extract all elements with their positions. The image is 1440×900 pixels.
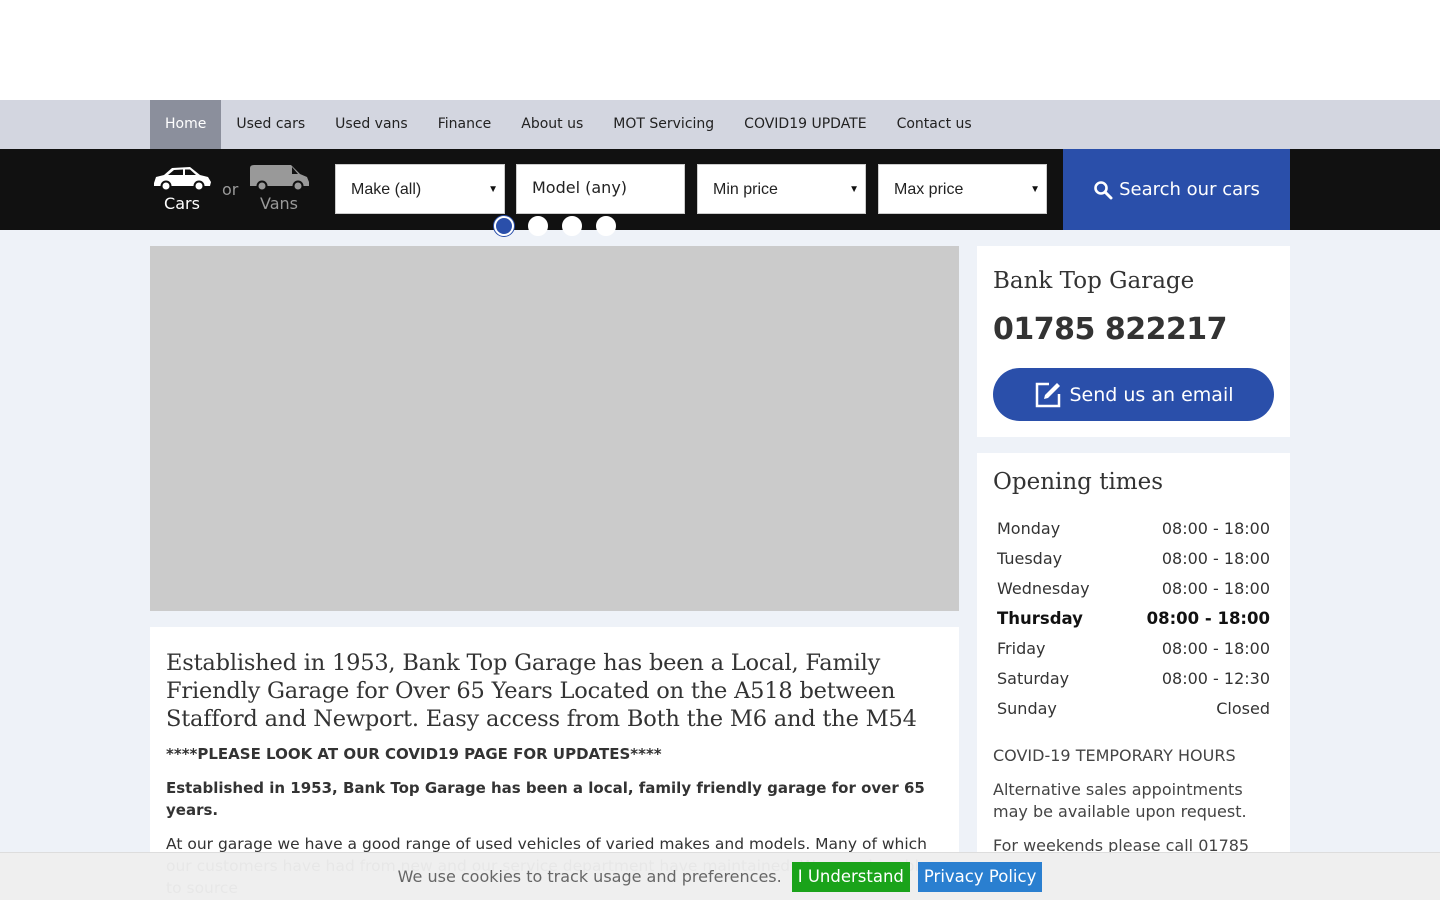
privacy-policy-button[interactable]: Privacy Policy: [917, 861, 1043, 892]
contact-card: Bank Top Garage 01785 822217 Send us an …: [977, 246, 1290, 437]
slider-dot-1[interactable]: [494, 216, 514, 236]
opening-times-title: Opening times: [993, 469, 1164, 495]
opening-times-table: Monday 08:00 - 18:00 Tuesday 08:00 - 18:…: [993, 513, 1274, 723]
nav-finance[interactable]: Finance: [423, 100, 507, 149]
intro-heading: Established in 1953, Bank Top Garage has…: [166, 650, 917, 732]
hours-day: Sunday: [997, 698, 1057, 718]
min-price-value: Min price: [713, 181, 778, 198]
chevron-down-icon: ▼: [1030, 184, 1040, 195]
hours-time: 08:00 - 18:00: [1161, 638, 1270, 658]
slider-dot-3[interactable]: [562, 216, 582, 236]
hours-time: 08:00 - 12:30: [1161, 668, 1270, 688]
covid-hours-title: COVID-19 TEMPORARY HOURS: [993, 746, 1236, 765]
search-icon: [1094, 180, 1113, 199]
make-select[interactable]: Make (all) ▼: [335, 164, 505, 214]
hours-time: 08:00 - 18:00: [1161, 518, 1270, 538]
nav-used-cars[interactable]: Used cars: [221, 100, 320, 149]
nav-contact-us[interactable]: Contact us: [882, 100, 987, 149]
hours-day: Tuesday: [997, 548, 1063, 568]
model-select-value: Model (any): [532, 178, 628, 197]
hours-row: Monday 08:00 - 18:00: [993, 513, 1274, 543]
header-banner: [0, 0, 1440, 100]
van-icon: [250, 165, 309, 192]
send-email-button[interactable]: Send us an email: [993, 368, 1274, 421]
hours-time: Closed: [1216, 698, 1270, 718]
slider-dot-4[interactable]: [596, 216, 616, 236]
nav-covid19-update[interactable]: COVID19 UPDATE: [729, 100, 881, 149]
edit-icon: [1035, 382, 1060, 407]
hours-row: Wednesday 08:00 - 18:00: [993, 573, 1274, 603]
phone-number[interactable]: 01785 822217: [993, 312, 1228, 347]
cookie-banner: We use cookies to track usage and prefer…: [0, 852, 1440, 900]
opening-times-card: Opening times Monday 08:00 - 18:00 Tuesd…: [977, 453, 1290, 900]
image-slider: [150, 246, 959, 611]
hours-day: Wednesday: [997, 578, 1090, 598]
hours-row: Sunday Closed: [993, 693, 1274, 723]
min-price-select[interactable]: Min price ▼: [697, 164, 866, 214]
send-email-label: Send us an email: [1069, 383, 1234, 406]
nav-mot-servicing[interactable]: MOT Servicing: [598, 100, 729, 149]
hours-time: 08:00 - 18:00: [1161, 578, 1270, 598]
cookie-accept-button[interactable]: I Understand: [791, 861, 910, 892]
car-icon: [154, 167, 211, 192]
search-button-label: Search our cars: [1119, 179, 1260, 200]
intro-bold-text: Established in 1953, Bank Top Garage has…: [166, 779, 925, 819]
nav-used-vans[interactable]: Used vans: [320, 100, 423, 149]
cars-toggle[interactable]: Cars: [149, 163, 215, 213]
make-select-value: Make (all): [351, 181, 422, 198]
search-cars-button[interactable]: Search our cars: [1063, 149, 1290, 230]
slider-dot-2[interactable]: [528, 216, 548, 236]
nav-home[interactable]: Home: [150, 100, 222, 149]
main-nav: Home Used cars Used vans Finance About u…: [0, 100, 1440, 149]
nav-about-us[interactable]: About us: [506, 100, 598, 149]
hours-row: Saturday 08:00 - 12:30: [993, 663, 1274, 693]
vans-label: Vans: [260, 194, 298, 213]
model-select[interactable]: Model (any): [516, 164, 685, 214]
chevron-down-icon: ▼: [849, 184, 859, 195]
garage-name: Bank Top Garage: [993, 268, 1195, 294]
hours-day: Monday: [997, 518, 1061, 538]
hours-day: Thursday: [997, 608, 1083, 628]
max-price-value: Max price: [894, 181, 964, 198]
hours-row-today: Thursday 08:00 - 18:00: [993, 603, 1274, 633]
hours-row: Friday 08:00 - 18:00: [993, 633, 1274, 663]
or-label: or: [222, 180, 239, 199]
cookie-text: We use cookies to track usage and prefer…: [397, 867, 782, 886]
hours-day: Saturday: [997, 668, 1070, 688]
cars-label: Cars: [164, 194, 200, 213]
slider-dots: [494, 216, 616, 236]
hours-day: Friday: [997, 638, 1046, 658]
covid-notice: ****PLEASE LOOK AT OUR COVID19 PAGE FOR …: [166, 745, 662, 763]
hours-row: Tuesday 08:00 - 18:00: [993, 543, 1274, 573]
max-price-select[interactable]: Max price ▼: [878, 164, 1047, 214]
hours-time: 08:00 - 18:00: [1146, 608, 1270, 628]
hours-time: 08:00 - 18:00: [1161, 548, 1270, 568]
vans-toggle[interactable]: Vans: [246, 163, 312, 213]
covid-hours-note: Alternative sales appointments may be av…: [993, 780, 1247, 821]
chevron-down-icon: ▼: [488, 184, 498, 195]
